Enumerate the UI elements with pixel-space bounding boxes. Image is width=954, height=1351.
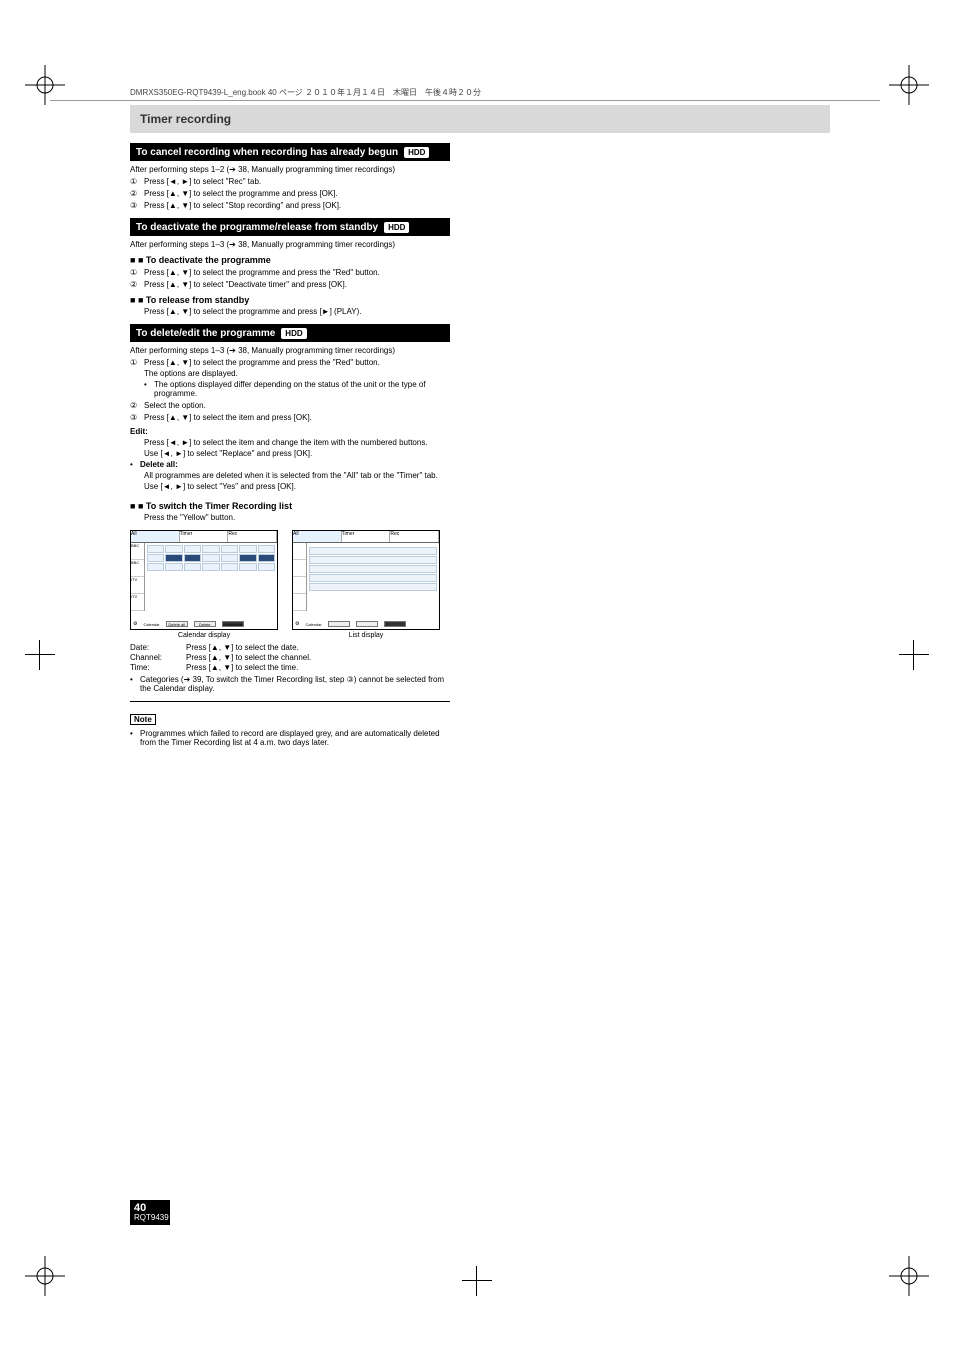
diagram-channel: ITV [131,594,144,611]
note-label: Note [130,714,156,725]
item-extra: Use [◄, ►] to select "Replace" and press… [144,449,450,458]
after-step: After performing steps 1–3 (➔ 38, Manual… [130,346,450,355]
section-title-delete-edit: To delete/edit the programme HDD [130,324,450,342]
step-text: Press [▲, ▼] to select the programme and… [144,189,450,198]
step-number: ② [130,280,144,289]
bullet-icon: • [144,380,154,398]
step-number: ③ [130,413,144,422]
step-number: ① [130,268,144,277]
step-text: Press [▲, ▼] to select the programme and… [144,268,450,277]
crop-mark-icon [25,640,55,670]
diagram-channel: BBC [131,560,144,577]
diagram-footer-button [328,621,350,627]
explain-text: Press [▲, ▼] to select the time. [186,663,298,672]
diagram-row: All Timer Rec BBC BBC ITV ITV [130,530,450,630]
plain-instruction: Press [▲, ▼] to select the programme and… [144,307,450,316]
step-text: Press [▲, ▼] to select "Stop recording" … [144,201,450,210]
step-number: ① [130,358,144,367]
list-rows [309,545,437,591]
bullet-icon: • [130,729,140,747]
diagram-footer-button [384,621,406,627]
step-text: Press [▲, ▼] to select the item and pres… [144,413,450,422]
diagram-footer-button [356,621,378,627]
crop-mark-icon [889,65,929,105]
square-icon: ■ [130,295,138,305]
diagram-tab: Rec [390,531,439,542]
item-desc: All programmes are deleted when it is se… [144,471,450,480]
divider [130,701,450,702]
diagram-tab: All [293,531,342,542]
diagram-caption: Calendar display [130,632,278,639]
gear-icon: ⚙ [133,621,137,627]
diagram-footer-button: Deactivate [222,621,244,627]
block-heading: ■ To switch the Timer Recording list [138,501,292,511]
diagram-tab: All [131,531,180,542]
hdd-badge: HDD [404,147,429,158]
page-number-code: RQT9439 [134,1214,166,1223]
item-extra: Use [◄, ►] to select "Yes" and press [OK… [144,482,450,491]
diagram-tab: Timer [180,531,229,542]
step-text: Press [▲, ▼] to select the programme and… [144,358,450,367]
diagram-channel [293,577,306,594]
diagram-footer-button: Delete all [166,621,188,627]
explain-label: Channel: [130,653,186,662]
calendar-display-diagram: All Timer Rec BBC BBC ITV ITV [130,530,278,630]
square-icon: ■ [130,255,138,265]
bullet-text: The options displayed differ depending o… [154,380,450,398]
step-number: ② [130,189,144,198]
diagram-caption: List display [292,632,440,639]
switch-instruction: Press the "Yellow" button. [144,513,450,522]
step-text: Press [◄, ►] to select "Rec" tab. [144,177,450,186]
diagram-channel [293,594,306,611]
hdd-badge: HDD [384,222,409,233]
square-icon: ■ [130,501,138,511]
item-name: Edit: [130,427,148,436]
explain-label: Time: [130,663,186,672]
crop-mark-icon [462,1266,492,1296]
section-title-text: To delete/edit the programme [136,328,275,339]
gear-icon: ⚙ [295,621,299,627]
after-step: After performing steps 1–2 (➔ 38, Manual… [130,165,450,174]
section-title-text: To deactivate the programme/release from… [136,222,378,233]
diagram-tab: Timer [342,531,391,542]
diagram-channel: BBC [131,543,144,560]
list-display-diagram: All Timer Rec [292,530,440,630]
block-heading: ■ To deactivate the programme [138,255,271,265]
bullet-text: Categories (➔ 39, To switch the Timer Re… [140,675,450,693]
diagram-footer-label: Calendar [143,622,159,627]
calendar-grid [147,545,275,571]
step-sub: The options are displayed. [144,369,450,378]
diagram-channel [293,543,306,560]
step-number: ② [130,401,144,410]
section-title-text: To cancel recording when recording has a… [136,147,398,158]
page-title: Timer recording [130,105,830,133]
section-title-deactivate: To deactivate the programme/release from… [130,218,450,236]
explain-text: Press [▲, ▼] to select the channel. [186,653,311,662]
step-text: Select the option. [144,401,450,410]
step-number: ③ [130,201,144,210]
explain-label: Date: [130,643,186,652]
after-step: After performing steps 1–3 (➔ 38, Manual… [130,240,450,249]
bullet-icon: • [130,675,140,693]
hdd-badge: HDD [281,328,306,339]
page-number-box: 40 RQT9439 [130,1200,170,1225]
diagram-channel: ITV [131,577,144,594]
step-number: ① [130,177,144,186]
diagram-footer-label: Calendar [305,622,321,627]
item-desc: Press [◄, ►] to select the item and chan… [144,438,450,447]
crop-mark-icon [889,1256,929,1296]
section-title-cancel: To cancel recording when recording has a… [130,143,450,161]
crop-mark-icon [899,640,929,670]
explain-text: Press [▲, ▼] to select the date. [186,643,299,652]
note-text: Programmes which failed to record are di… [140,729,450,747]
diagram-tab: Rec [228,531,277,542]
diagram-channel [293,560,306,577]
step-text: Press [▲, ▼] to select "Deactivate timer… [144,280,450,289]
bullet-icon: • [130,460,140,469]
item-name: Delete all: [140,460,178,469]
diagram-footer-button: Delete [194,621,216,627]
block-heading: ■ To release from standby [138,295,249,305]
crop-mark-icon [25,1256,65,1296]
